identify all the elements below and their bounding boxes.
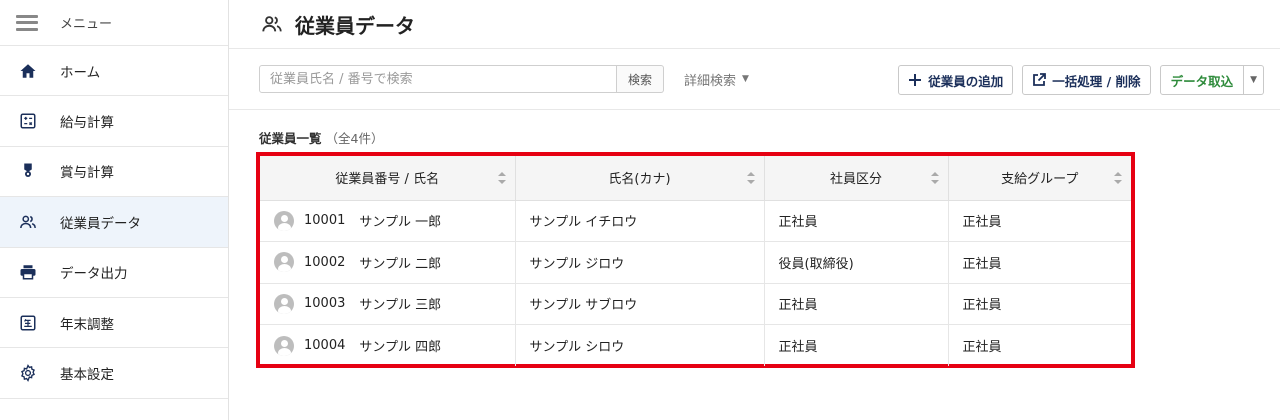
- table-header-row: 従業員番号 / 氏名 氏名(カナ) 社員区分 支給グループ: [260, 156, 1131, 201]
- medal-icon: [18, 161, 38, 181]
- employee-type: 正社員: [764, 324, 949, 366]
- employee-name: サンプル 三郎: [359, 298, 442, 314]
- home-icon: [18, 61, 38, 81]
- avatar: [274, 210, 294, 231]
- import-data-dropdown[interactable]: ▼: [1244, 65, 1264, 95]
- sort-icon: [930, 171, 939, 184]
- list-count: （全4件）: [325, 131, 384, 146]
- employee-pay-group: 正社員: [948, 200, 1131, 242]
- employee-type: 正社員: [764, 200, 949, 242]
- import-data-split-button: データ取込 ▼: [1159, 65, 1264, 95]
- employee-table-highlight: 従業員番号 / 氏名 氏名(カナ) 社員区分 支給グループ 10001 サンプル …: [256, 152, 1135, 368]
- employee-kana: サンプル ジロウ: [515, 241, 765, 284]
- sidebar-item-label: 賞与計算: [60, 165, 114, 182]
- advanced-search-label: 詳細検索: [684, 73, 737, 89]
- main-content: 従業員データ 検索 詳細検索 ▼ 従業員の追加 一括処理 / 削除 データ取込 …: [229, 0, 1280, 420]
- add-employee-button[interactable]: 従業員の追加: [898, 65, 1014, 95]
- employee-type: 正社員: [764, 283, 949, 325]
- page-header: 従業員データ: [229, 0, 1280, 49]
- calculator-icon: [18, 111, 38, 131]
- search-button[interactable]: 検索: [617, 65, 664, 93]
- external-link-icon: [1033, 73, 1047, 86]
- hamburger-icon: [16, 14, 38, 31]
- avatar: [274, 335, 294, 356]
- menu-label: メニュー: [60, 17, 113, 32]
- bulk-action-label: 一括処理 / 削除: [1052, 73, 1141, 89]
- menu-toggle[interactable]: メニュー: [0, 0, 228, 46]
- sidebar-item-label: 給与計算: [60, 115, 114, 132]
- employee-pay-group: 正社員: [948, 241, 1131, 284]
- chevron-down-icon: ▼: [1250, 75, 1257, 85]
- table-row[interactable]: 10001 サンプル 一郎 サンプル イチロウ 正社員 正社員: [260, 200, 1131, 242]
- sidebar: メニュー ホーム 給与計算 賞与計算 従業員データ データ出力 年末調整 基本設…: [0, 0, 229, 420]
- page-title: 従業員データ: [295, 13, 415, 38]
- printer-icon: [18, 262, 38, 282]
- add-employee-label: 従業員の追加: [928, 73, 1004, 89]
- employee-name: サンプル 一郎: [359, 215, 442, 231]
- employee-kana: サンプル サブロウ: [515, 283, 765, 325]
- sort-icon: [1114, 171, 1122, 184]
- employee-name: サンプル 四郎: [359, 340, 442, 355]
- column-header-label: 支給グループ: [1001, 172, 1079, 188]
- chevron-down-icon: ▼: [742, 74, 749, 84]
- table-row[interactable]: 10003 サンプル 三郎 サンプル サブロウ 正社員 正社員: [260, 283, 1131, 325]
- sidebar-item-label: データ出力: [60, 266, 128, 283]
- sidebar-item-payroll[interactable]: 給与計算: [0, 96, 228, 147]
- list-caption: 従業員一覧 （全4件）: [259, 128, 383, 147]
- column-header-kana[interactable]: 氏名(カナ): [515, 156, 765, 201]
- bulk-action-button[interactable]: 一括処理 / 削除: [1022, 65, 1151, 95]
- search-input[interactable]: [259, 65, 617, 93]
- column-header-label: 氏名(カナ): [608, 172, 671, 188]
- people-icon: [18, 212, 38, 232]
- sidebar-item-year-end[interactable]: 年末調整: [0, 298, 228, 349]
- sidebar-item-label: 年末調整: [60, 316, 114, 333]
- list-title: 従業員一覧: [259, 131, 322, 146]
- calendar-year-icon: [18, 313, 38, 333]
- employee-table: 従業員番号 / 氏名 氏名(カナ) 社員区分 支給グループ 10001 サンプル …: [260, 156, 1131, 366]
- avatar: [274, 293, 294, 314]
- column-header-pay-group[interactable]: 支給グループ: [948, 156, 1131, 201]
- avatar: [274, 252, 294, 273]
- table-row[interactable]: 10002 サンプル 二郎 サンプル ジロウ 役員(取締役) 正社員: [260, 241, 1131, 284]
- toolbar-actions: 従業員の追加 一括処理 / 削除 データ取込 ▼: [898, 65, 1264, 95]
- advanced-search-toggle[interactable]: 詳細検索 ▼: [684, 70, 749, 89]
- employee-number: 10002: [304, 254, 346, 270]
- sidebar-item-employee-data[interactable]: 従業員データ: [0, 197, 228, 248]
- sidebar-item-label: ホーム: [60, 64, 101, 81]
- employee-number: 10001: [304, 213, 346, 229]
- employee-kana: サンプル シロウ: [515, 324, 765, 366]
- sidebar-item-settings[interactable]: 基本設定: [0, 348, 228, 399]
- sort-icon: [497, 171, 506, 184]
- plus-icon: [909, 74, 922, 86]
- column-header-number-name[interactable]: 従業員番号 / 氏名: [260, 156, 516, 201]
- sidebar-item-label: 基本設定: [60, 367, 114, 384]
- toolbar: 検索 詳細検索 ▼ 従業員の追加 一括処理 / 削除 データ取込 ▼: [229, 49, 1280, 110]
- column-header-label: 社員区分: [829, 172, 882, 188]
- sidebar-item-label: 従業員データ: [60, 215, 141, 232]
- table-row[interactable]: 10004 サンプル 四郎 サンプル シロウ 正社員 正社員: [260, 324, 1131, 366]
- column-header-label: 従業員番号 / 氏名: [335, 172, 440, 188]
- sidebar-item-data-export[interactable]: データ出力: [0, 248, 228, 298]
- people-icon: [262, 16, 282, 32]
- import-data-button[interactable]: データ取込: [1159, 65, 1245, 95]
- employee-pay-group: 正社員: [962, 340, 1002, 355]
- employee-number: 10003: [304, 296, 346, 312]
- gear-icon: [18, 363, 38, 383]
- employee-type: 役員(取締役): [764, 241, 949, 284]
- sort-icon: [746, 171, 755, 184]
- employee-pay-group: 正社員: [948, 283, 1131, 325]
- employee-name: サンプル 二郎: [359, 256, 442, 272]
- sidebar-item-bonus[interactable]: 賞与計算: [0, 147, 228, 198]
- sidebar-item-home[interactable]: ホーム: [0, 46, 228, 97]
- employee-kana: サンプル イチロウ: [515, 200, 765, 242]
- employee-number: 10004: [304, 338, 346, 353]
- column-header-employee-type[interactable]: 社員区分: [764, 156, 949, 201]
